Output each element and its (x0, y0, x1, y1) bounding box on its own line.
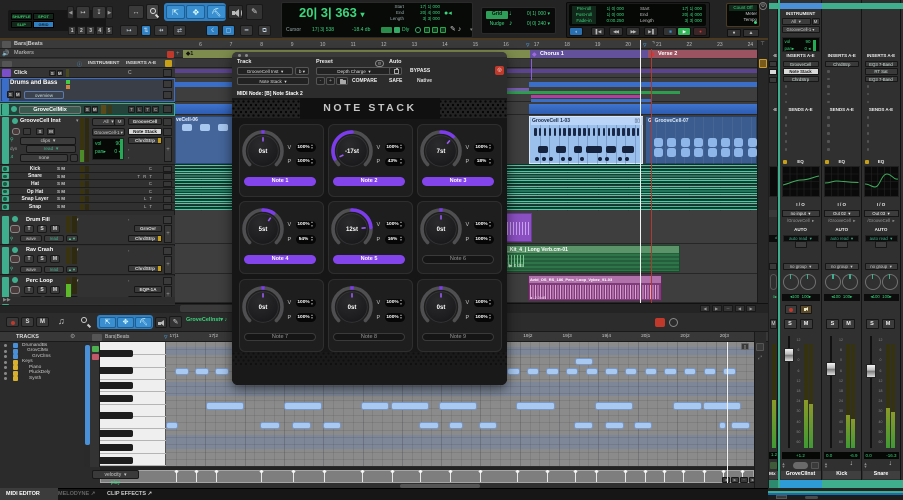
svg-text:5st: 5st (259, 227, 268, 233)
svg-text:0st: 0st (259, 305, 268, 311)
svg-text:0st: 0st (348, 305, 357, 311)
svg-text:-17st: -17st (345, 149, 359, 155)
svg-text:7st: 7st (437, 149, 446, 155)
svg-text:0st: 0st (259, 149, 268, 155)
svg-text:0st: 0st (437, 227, 446, 233)
svg-text:12st: 12st (346, 227, 358, 233)
svg-text:0st: 0st (437, 305, 446, 311)
